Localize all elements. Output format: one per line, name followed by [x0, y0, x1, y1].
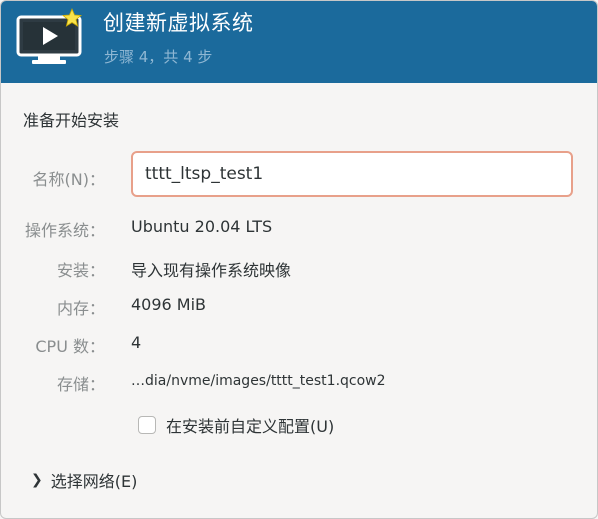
memory-label: 内存： — [56, 299, 105, 318]
dialog-window: 创建新虚拟系统 步骤 4，共 4 步 准备开始安装 名称(N)： 操作系统： U… — [0, 0, 598, 519]
memory-value: 4096 MiB — [131, 295, 207, 314]
step-indicator: 步骤 4，共 4 步 — [104, 48, 213, 66]
name-label: 名称(N)： — [32, 170, 105, 189]
checkbox-box[interactable] — [138, 416, 156, 434]
os-label: 操作系统： — [24, 221, 105, 240]
customize-checkbox-label: 在安装前自定义配置(U) — [166, 417, 335, 436]
cpu-label: CPU 数： — [35, 337, 105, 356]
section-title: 准备开始安装 — [23, 111, 120, 130]
network-expander-label: 选择网络(E) — [50, 472, 138, 491]
storage-value: …dia/nvme/images/tttt_test1.qcow2 — [131, 373, 386, 389]
os-value: Ubuntu 20.04 LTS — [131, 217, 273, 236]
name-input[interactable] — [131, 151, 573, 197]
install-value: 导入现有操作系统映像 — [131, 261, 292, 280]
header-banner: 创建新虚拟系统 步骤 4，共 4 步 — [1, 1, 597, 83]
wizard-title: 创建新虚拟系统 — [103, 11, 254, 35]
customize-before-install-checkbox[interactable]: 在安装前自定义配置(U) — [138, 413, 334, 437]
network-selection-expander[interactable]: ❯ 选择网络(E) — [31, 468, 137, 492]
storage-label: 存储： — [56, 375, 105, 394]
install-label: 安装： — [56, 261, 105, 280]
chevron-right-icon: ❯ — [31, 472, 43, 488]
monitor-play-star-icon — [16, 7, 83, 64]
cpu-value: 4 — [131, 333, 142, 352]
